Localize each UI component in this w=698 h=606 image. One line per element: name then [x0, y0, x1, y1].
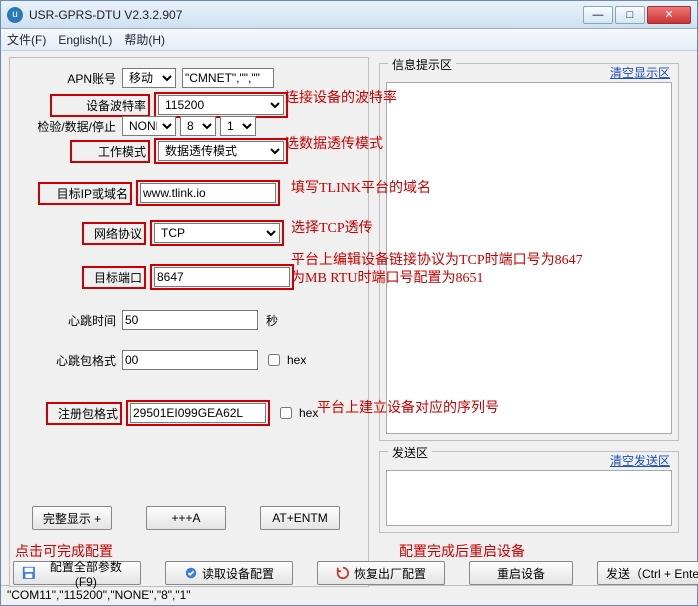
- reg-hex-label: hex: [299, 406, 318, 420]
- menu-english[interactable]: English(L): [58, 33, 112, 47]
- hb-fmt-label: 心跳包格式: [10, 352, 116, 369]
- hb-time-input[interactable]: [122, 310, 258, 330]
- port-label: 目标端口: [82, 266, 146, 289]
- parity-select[interactable]: NONE: [122, 116, 176, 136]
- read-config-button[interactable]: 读取设备配置: [165, 561, 293, 585]
- check-label: 检验/数据/停止: [10, 118, 116, 135]
- annot-serial: 平台上建立设备对应的序列号: [317, 397, 499, 417]
- ip-label: 目标IP或域名: [38, 182, 132, 205]
- menu-file[interactable]: 文件(F): [7, 31, 46, 48]
- proto-label: 网络协议: [82, 222, 146, 245]
- reg-hex-checkbox[interactable]: [280, 407, 292, 419]
- app-icon: u: [7, 7, 23, 23]
- stopbits-select[interactable]: 1: [220, 116, 256, 136]
- databits-select[interactable]: 8: [180, 116, 216, 136]
- annot-reboot: 配置完成后重启设备: [399, 541, 525, 561]
- menu-help[interactable]: 帮助(H): [124, 31, 165, 48]
- client-area: APN账号 移动 设备波特率 115200 检验/数据/停止 NONE 8 1 …: [1, 51, 697, 585]
- mode-select[interactable]: 数据透传模式: [158, 141, 284, 161]
- menubar: 文件(F) English(L) 帮助(H): [1, 29, 697, 51]
- hb-fmt-input[interactable]: [122, 350, 258, 370]
- apn-label: APN账号: [10, 70, 116, 87]
- ip-input[interactable]: [140, 183, 276, 203]
- baud-label: 设备波特率: [50, 94, 150, 117]
- port-input[interactable]: [154, 267, 290, 287]
- baud-select[interactable]: 115200: [158, 95, 284, 115]
- restore-icon: [336, 566, 350, 580]
- hb-time-unit: 秒: [266, 312, 278, 329]
- at-entm-button[interactable]: AT+ENTM: [260, 506, 340, 530]
- full-display-button[interactable]: 完整显示 +: [32, 506, 112, 530]
- clear-info-link[interactable]: 清空显示区: [610, 64, 670, 81]
- hb-hex-label: hex: [287, 353, 306, 367]
- reboot-button[interactable]: 重启设备: [469, 561, 573, 585]
- window-title: USR-GPRS-DTU V2.3.2.907: [29, 8, 583, 22]
- reg-label: 注册包格式: [46, 402, 122, 425]
- disk-icon: [22, 566, 36, 580]
- right-panel: 信息提示区 清空显示区 发送区 清空发送区: [379, 57, 681, 587]
- titlebar: u USR-GPRS-DTU V2.3.2.907 — □ ✕: [1, 1, 697, 29]
- send-group-title: 发送区: [388, 444, 432, 461]
- maximize-button[interactable]: □: [615, 6, 645, 24]
- close-button[interactable]: ✕: [647, 6, 691, 24]
- annot-mode: 选数据透传模式: [285, 133, 383, 153]
- restore-button[interactable]: 恢复出厂配置: [317, 561, 445, 585]
- apn-select[interactable]: 移动: [122, 68, 176, 88]
- apn-extra-input[interactable]: [182, 68, 274, 88]
- send-textarea[interactable]: [386, 470, 672, 526]
- annot-tcp: 选择TCP透传: [291, 217, 373, 237]
- app-window: u USR-GPRS-DTU V2.3.2.907 — □ ✕ 文件(F) En…: [0, 0, 698, 606]
- proto-select[interactable]: TCP: [154, 223, 280, 243]
- status-text: "COM11","115200","NONE","8","1": [7, 588, 191, 602]
- reg-input[interactable]: [130, 403, 266, 423]
- hb-hex-checkbox[interactable]: [268, 354, 280, 366]
- annot-baud: 连接设备的波特率: [285, 87, 397, 107]
- annot-port-1: 平台上编辑设备链接协议为TCP时端口号为8647: [291, 249, 583, 269]
- send-button[interactable]: 发送（Ctrl + Enter）: [597, 561, 698, 585]
- clear-send-link[interactable]: 清空发送区: [610, 452, 670, 469]
- minimize-button[interactable]: —: [583, 6, 613, 24]
- plus-a-button[interactable]: +++A: [146, 506, 226, 530]
- config-all-button[interactable]: 配置全部参数(F9): [13, 561, 141, 585]
- mode-label: 工作模式: [70, 140, 150, 163]
- annot-domain: 填写TLINK平台的域名: [291, 177, 431, 197]
- hb-time-label: 心跳时间: [10, 312, 116, 329]
- annot-port-2: 为MB RTU时端口号配置为8651: [291, 267, 483, 287]
- read-icon: [184, 566, 198, 580]
- send-group: 发送区 清空发送区: [379, 451, 679, 533]
- info-group-title: 信息提示区: [388, 56, 456, 73]
